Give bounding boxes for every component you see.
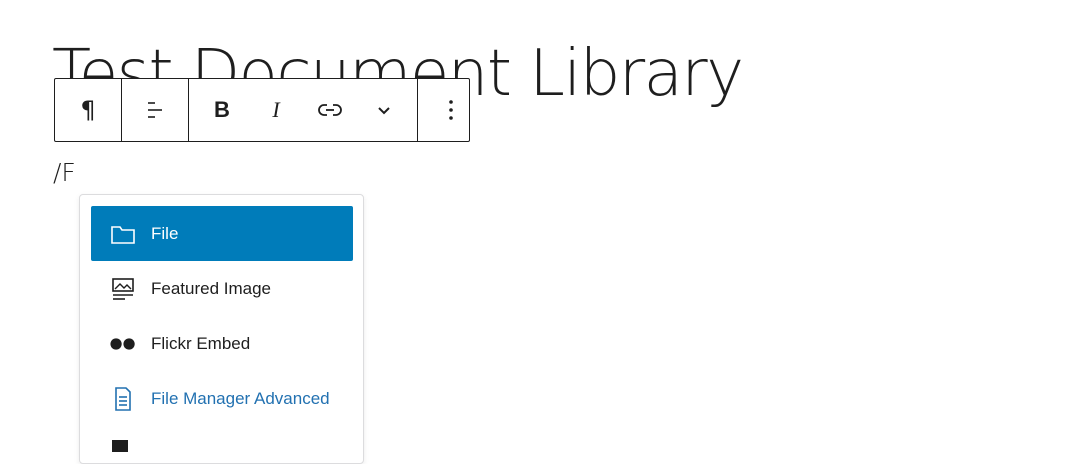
bold-button[interactable]: B: [195, 79, 249, 141]
partial-item-icon: [112, 440, 128, 452]
inserter-item-label: File Manager Advanced: [151, 388, 330, 408]
alignment-group: [122, 79, 189, 141]
formatting-group: B I: [189, 79, 418, 141]
align-button[interactable]: [122, 79, 188, 141]
italic-button[interactable]: I: [249, 79, 303, 141]
more-formatting-button[interactable]: [357, 79, 411, 141]
block-toolbar: ¶ B I: [54, 78, 470, 142]
options-group: [418, 79, 484, 141]
more-vertical-icon: [449, 100, 453, 120]
block-type-group: ¶: [55, 79, 122, 141]
inserter-item-file-manager-advanced[interactable]: File Manager Advanced: [91, 371, 353, 426]
inserter-item-featured-image[interactable]: Featured Image: [91, 261, 353, 316]
chevron-down-icon: [378, 107, 390, 115]
paragraph-block-button[interactable]: ¶: [55, 79, 121, 141]
align-left-icon: [148, 102, 162, 118]
inserter-item-flickr-embed[interactable]: Flickr Embed: [91, 316, 353, 371]
featured-image-icon: [110, 276, 136, 302]
options-button[interactable]: [418, 79, 484, 141]
link-icon: [318, 104, 342, 116]
flickr-icon: [110, 331, 136, 357]
folder-icon: [110, 221, 136, 247]
block-autocomplete-popover: File Featured Image Flickr Embed File Ma…: [79, 194, 364, 464]
document-icon: [110, 386, 136, 412]
inserter-item-label: Flickr Embed: [151, 333, 251, 353]
inserter-item-label: Featured Image: [151, 278, 272, 298]
paragraph-block-text[interactable]: /F: [53, 158, 76, 187]
inserter-item-label: File: [151, 223, 179, 243]
paragraph-icon: ¶: [80, 96, 96, 124]
link-button[interactable]: [303, 79, 357, 141]
bold-icon: B: [214, 97, 230, 122]
italic-icon: I: [272, 97, 280, 122]
inserter-item-file[interactable]: File: [91, 206, 353, 261]
